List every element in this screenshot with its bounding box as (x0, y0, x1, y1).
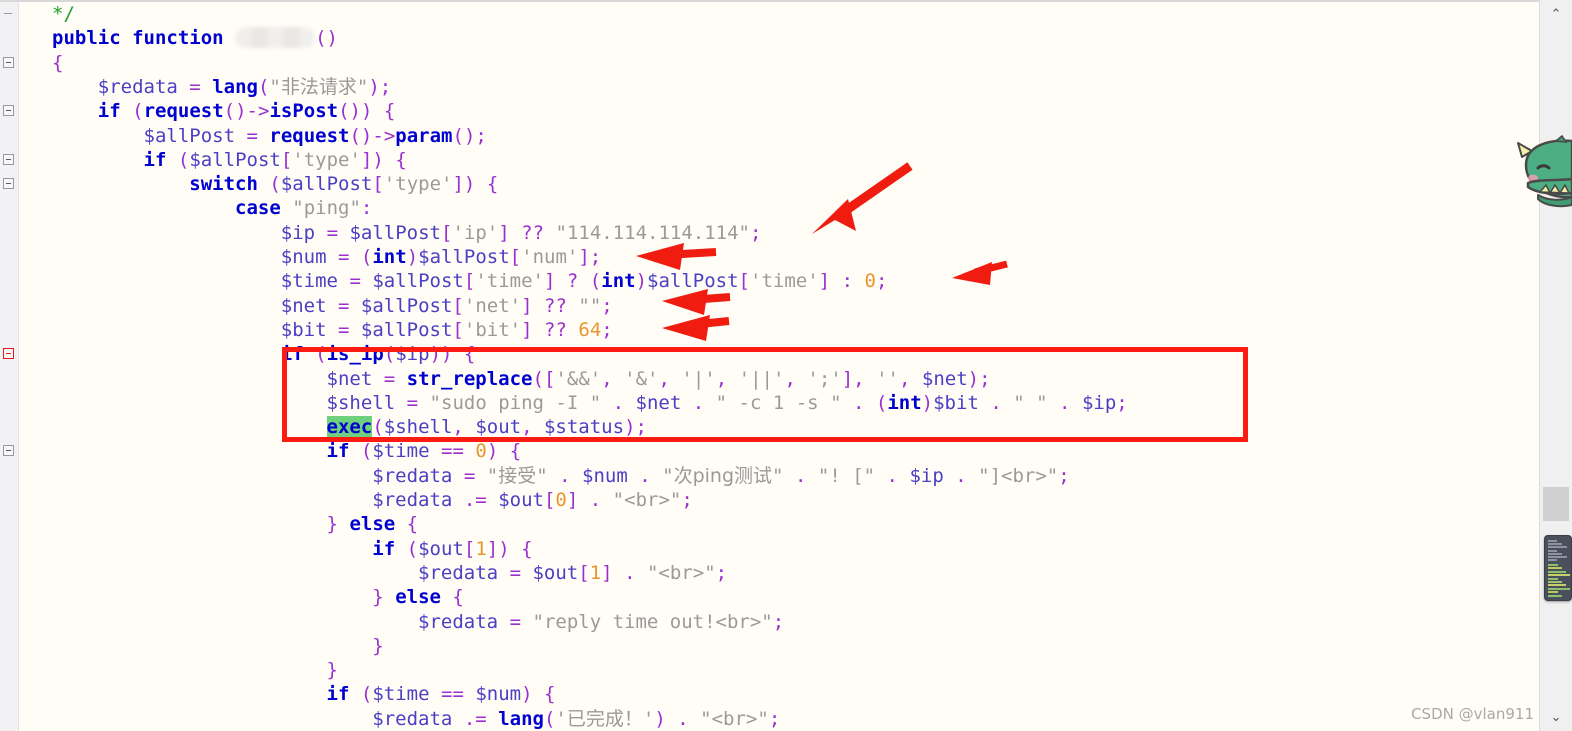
minimap-row (1548, 577, 1558, 580)
minimap-row (1548, 552, 1562, 555)
scroll-down-arrow-icon[interactable]: ⌄ (1540, 707, 1572, 727)
arrow-to-ip-default (812, 162, 913, 234)
minimap-row (1548, 543, 1562, 546)
csdn-watermark: CSDN @vlan911 (1411, 705, 1534, 723)
vertical-scrollbar[interactable]: ⌃ ⌄ (1539, 0, 1572, 731)
arrow-to-num (636, 243, 717, 270)
minimap-row (1548, 564, 1558, 566)
minimap-row (1548, 574, 1570, 577)
code-editor-screenshot: */public function (){ $redata = lang("非法… (0, 0, 1572, 731)
minimap-row (1548, 581, 1562, 583)
green-dinosaur-mascot (1517, 135, 1572, 208)
arrow-to-net (662, 289, 731, 315)
arrow-to-time (952, 260, 1008, 285)
minimap-row (1548, 567, 1562, 570)
arrow-to-bit (662, 315, 730, 341)
minimap-row (1548, 540, 1557, 542)
minimap-row (1548, 549, 1557, 552)
minimap-row (1548, 587, 1570, 590)
minimap-row (1548, 546, 1567, 549)
minimap-row (1548, 591, 1558, 594)
minimap-row (1548, 559, 1557, 562)
minimap-row (1548, 594, 1562, 597)
annotation-arrows-layer (636, 162, 1008, 341)
scroll-up-arrow-icon[interactable]: ⌃ (1540, 4, 1572, 24)
scrollbar-thumb[interactable] (1543, 487, 1569, 521)
minimap-row (1548, 584, 1566, 587)
minimap-row (1548, 556, 1567, 558)
code-minimap-preview[interactable] (1544, 535, 1572, 601)
minimap-row (1548, 570, 1566, 573)
